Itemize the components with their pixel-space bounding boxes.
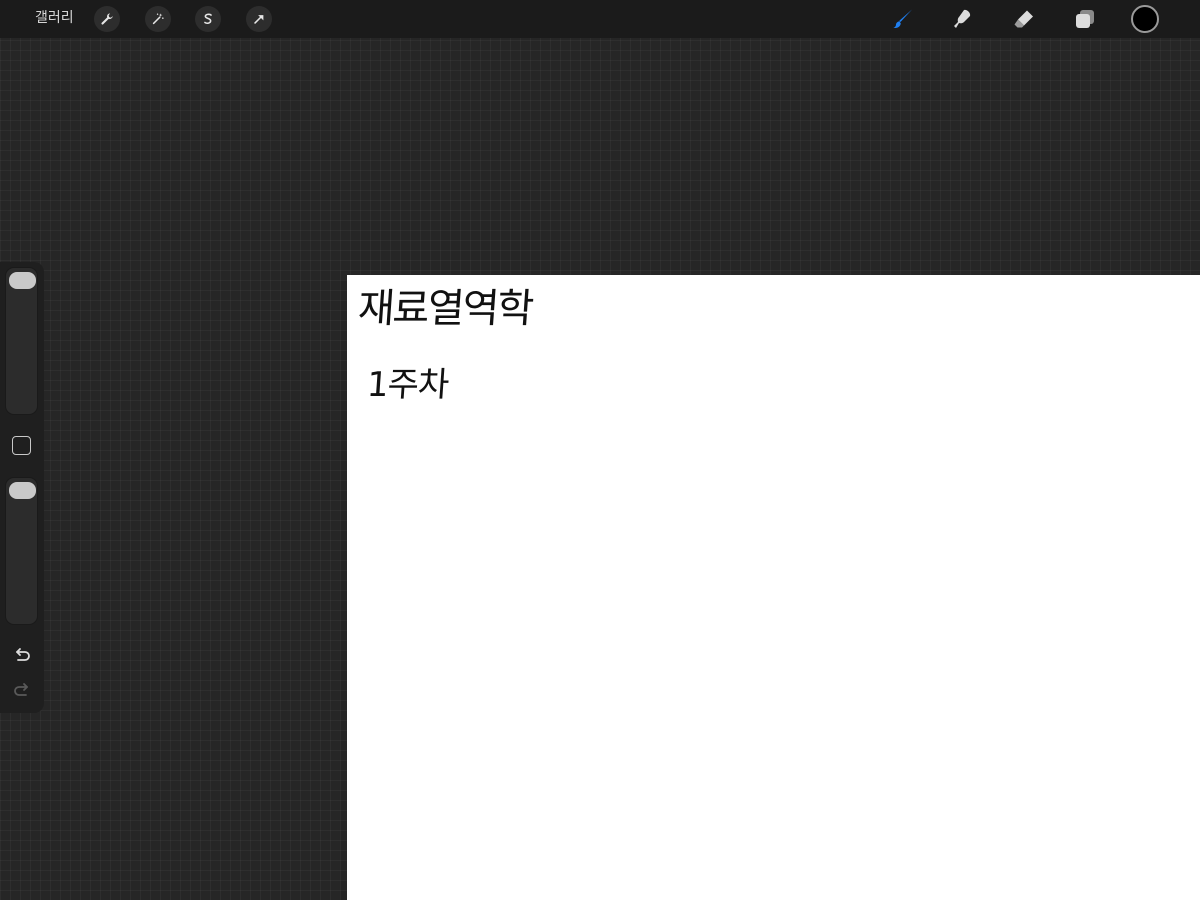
left-sidebar [0,262,44,713]
eraser-icon [1014,10,1033,28]
smudge-tool-button[interactable] [948,5,976,33]
undo-button[interactable] [10,644,34,666]
wrench-icon [101,13,113,25]
layers-button[interactable] [1071,5,1099,33]
opacity-slider[interactable] [5,477,38,625]
top-toolbar: 갤러리 [0,0,1200,38]
selection-button[interactable] [195,6,221,32]
brush-tool-button[interactable] [889,5,917,33]
color-picker-button[interactable] [1131,5,1159,33]
layers-icon [1076,10,1094,28]
undo-icon [16,648,30,661]
modify-button[interactable] [12,436,31,455]
handwritten-title: 재료열역학 [356,286,534,332]
eraser-tool-button[interactable] [1010,5,1038,33]
drawing-canvas[interactable]: 재료열역학 1주차 [347,275,1200,900]
gallery-button[interactable]: 갤러리 [35,9,74,27]
selection-icon [204,13,212,25]
brush-size-slider[interactable] [5,267,38,415]
redo-button[interactable] [10,679,34,701]
actions-button[interactable] [94,6,120,32]
opacity-slider-thumb[interactable] [9,482,36,499]
magic-wand-icon [152,13,164,25]
smudge-icon [954,9,971,29]
brush-icon [893,9,912,29]
transform-arrow-icon [254,15,264,24]
handwritten-subtitle: 1주차 [365,365,450,405]
procreate-app: 갤러리 재료열역학 1주차 [0,0,1200,900]
brush-size-slider-thumb[interactable] [9,272,36,289]
redo-icon [14,683,28,696]
transform-button[interactable] [246,6,272,32]
adjustments-button[interactable] [145,6,171,32]
